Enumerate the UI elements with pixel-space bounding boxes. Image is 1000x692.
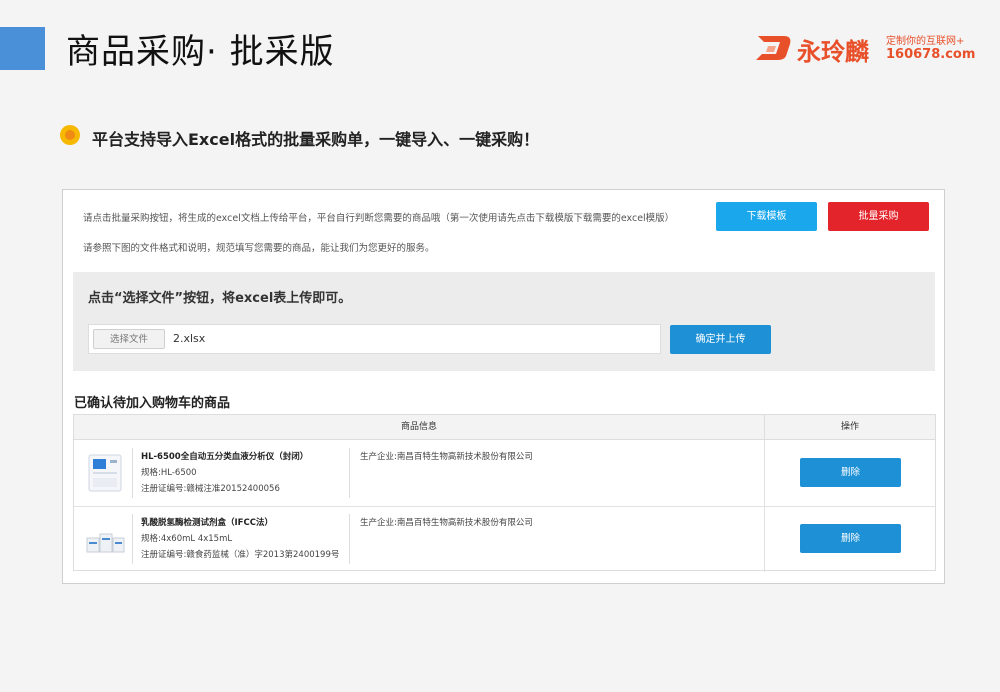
logo-name: 永玲麟 — [797, 38, 869, 66]
column-divider — [132, 448, 133, 498]
intro-line-1: 请点击批量采购按钮，将生成的excel文档上传给平台，平台自行判断您需要的商品哦… — [83, 213, 675, 224]
table-header: 商品信息 操作 — [74, 415, 935, 440]
logo-mark-icon — [756, 36, 791, 60]
column-header-info: 商品信息 — [400, 422, 437, 432]
operation-cell: 删除 — [764, 506, 935, 572]
product-registration: 注册证编号:赣械注准20152400056 — [141, 484, 280, 494]
product-registration: 注册证编号:赣食药监械（准）字2013第2400199号 — [141, 550, 340, 560]
delete-button[interactable]: 删除 — [800, 524, 901, 553]
choose-file-button[interactable]: 选择文件 — [93, 329, 165, 349]
headline-text: 平台支持导入Excel格式的批量采购单，一键导入、一键采购！ — [92, 130, 540, 149]
title-accent-bar — [0, 27, 45, 70]
batch-purchase-panel: 请点击批量采购按钮，将生成的excel文档上传给平台，平台自行判断您需要的商品哦… — [62, 189, 945, 584]
column-divider — [132, 514, 133, 564]
intro-line-2: 请参照下图的文件格式和说明，规范填写您需要的商品，能让我们为您更好的服务。 — [83, 243, 435, 254]
product-spec: 规格:4x60mL 4x15mL — [141, 534, 233, 544]
table-row: 乳酸脱氢酶检测试剂盒（IFCC法） 规格:4x60mL 4x15mL 注册证编号… — [74, 506, 935, 572]
bullet-dot-icon — [60, 125, 80, 145]
analyzer-product-image — [88, 454, 122, 492]
brand-logo: 永玲麟 定制你的互联网+ 160678.com — [754, 30, 984, 68]
file-input[interactable]: 选择文件 2.xlsx — [88, 324, 661, 354]
delete-button[interactable]: 删除 — [800, 458, 901, 487]
upload-title: 点击“选择文件”按钮，将excel表上传即可。 — [88, 291, 352, 306]
table-row: HL-6500全自动五分类血液分析仪（封闭） 规格:HL-6500 注册证编号:… — [74, 440, 935, 507]
product-name: 乳酸脱氢酶检测试剂盒（IFCC法） — [141, 518, 273, 528]
batch-purchase-button[interactable]: 批量采购 — [828, 202, 929, 231]
column-divider — [349, 448, 350, 498]
column-divider — [349, 514, 350, 564]
selected-file-name: 2.xlsx — [173, 332, 206, 345]
confirm-upload-button[interactable]: 确定并上传 — [670, 325, 771, 354]
operation-cell: 删除 — [764, 440, 935, 506]
column-header-op: 操作 — [764, 415, 935, 439]
product-name: HL-6500全自动五分类血液分析仪（封闭） — [141, 452, 309, 462]
product-manufacturer: 生产企业:南昌百特生物高新技术股份有限公司 — [360, 452, 533, 462]
download-template-button[interactable]: 下载模板 — [716, 202, 817, 231]
product-manufacturer: 生产企业:南昌百特生物高新技术股份有限公司 — [360, 518, 533, 528]
logo-slogan: 定制你的互联网+ — [886, 36, 965, 47]
product-spec: 规格:HL-6500 — [141, 468, 197, 478]
cart-section-title: 已确认待加入购物车的商品 — [74, 396, 231, 411]
upload-area: 点击“选择文件”按钮，将excel表上传即可。 选择文件 2.xlsx 确定并上… — [73, 272, 935, 371]
reagent-kit-product-image — [86, 533, 125, 553]
page-title: 商品采购· 批采版 — [66, 32, 335, 72]
cart-table: 商品信息 操作 HL-6500全自动五分类血液分析仪（封闭） 规格:HL-650… — [73, 414, 936, 572]
logo-url: 160678.com — [886, 47, 976, 62]
